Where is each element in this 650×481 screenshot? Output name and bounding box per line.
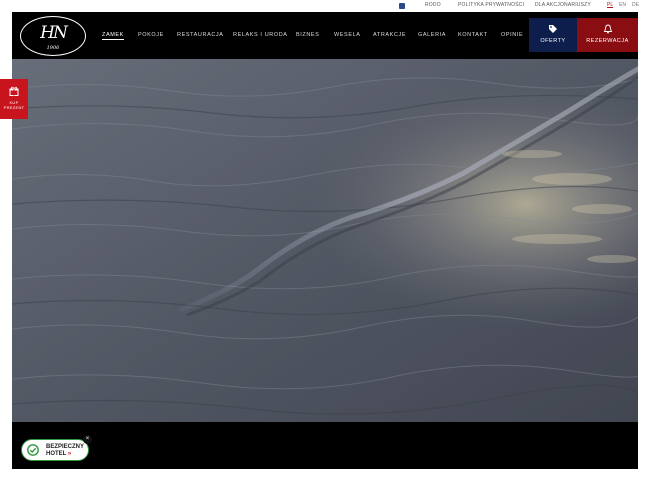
lang-de[interactable]: DE	[632, 2, 639, 8]
nav-item-biznes[interactable]: BIZNES	[296, 32, 319, 38]
offers-label: OFERTY	[540, 38, 566, 44]
nav-item-pokoje[interactable]: POKOJE	[138, 32, 164, 38]
shareholders-link[interactable]: DLA AKCJONARIUSZY	[535, 2, 591, 8]
facebook-icon[interactable]	[399, 3, 405, 9]
gift-icon	[9, 86, 19, 96]
badge-line1: BEZPIECZNY	[46, 444, 85, 450]
rodo-link[interactable]: RODO	[425, 2, 441, 8]
privacy-policy-link[interactable]: POLITYKA PRYWATNOŚCI	[458, 2, 524, 8]
nav-item-kontakt[interactable]: KONTAKT	[458, 32, 488, 38]
badge-line2: HOTEL »	[46, 451, 71, 457]
reservation-button[interactable]: REZERWACJA	[577, 18, 638, 52]
main-header: HN 1906 ZAMEK POKOJE RESTAURACJA RELAKS …	[12, 12, 638, 59]
buy-gift-tab[interactable]: KUP PREZENT	[0, 79, 28, 119]
nav-item-relaks[interactable]: RELAKS I URODA	[233, 32, 288, 38]
nav-item-atrakcje[interactable]: ATRAKCJE	[373, 32, 406, 38]
logo[interactable]: HN 1906	[20, 16, 86, 56]
video-bottom-bar	[12, 422, 638, 469]
nav-item-opinie[interactable]: OPINIE	[501, 32, 523, 38]
logo-year: 1906	[46, 45, 60, 51]
badge-close-button[interactable]: ×	[83, 435, 92, 444]
bell-icon	[603, 24, 612, 34]
nav-item-restauracja[interactable]: RESTAURACJA	[177, 32, 224, 38]
nav-item-galeria[interactable]: GALERIA	[418, 32, 446, 38]
lang-en[interactable]: EN	[619, 2, 626, 8]
badge-arrow: »	[67, 451, 72, 457]
reservation-label: REZERWACJA	[586, 38, 629, 44]
safe-hotel-badge[interactable]: BEZPIECZNY HOTEL » ×	[21, 435, 92, 461]
page: RODO POLITYKA PRYWATNOŚCI DLA AKCJONARIU…	[0, 0, 650, 481]
logo-monogram: HN	[40, 23, 68, 43]
offers-button[interactable]: OFERTY	[529, 18, 577, 52]
lang-pl[interactable]: PL	[607, 2, 613, 8]
utility-bar: RODO POLITYKA PRYWATNOŚCI DLA AKCJONARIU…	[0, 0, 650, 12]
sea-waves-image	[12, 59, 638, 422]
tags-icon	[549, 25, 557, 33]
nav-item-wesela[interactable]: WESELA	[334, 32, 361, 38]
hero-video[interactable]	[12, 59, 638, 422]
badge-line2-text: HOTEL	[46, 451, 67, 457]
gift-label-line2: PREZENT	[3, 105, 25, 110]
nav-item-zamek[interactable]: ZAMEK	[102, 32, 124, 40]
check-circle-icon	[27, 444, 39, 456]
